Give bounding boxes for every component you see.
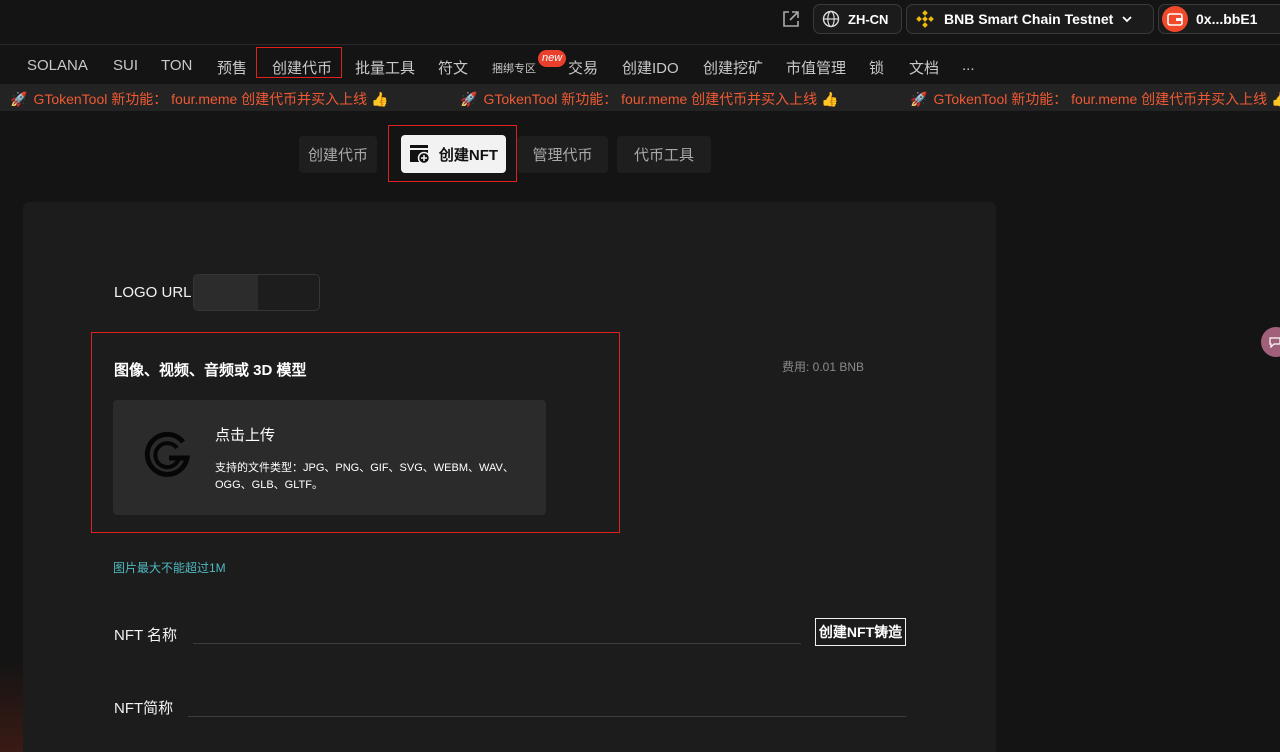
chevron-down-icon [1122, 16, 1132, 23]
language-label: ZH-CN [848, 11, 889, 27]
nav-item-runes[interactable]: 符文 [438, 57, 468, 78]
nft-name-label: NFT 名称 [114, 627, 178, 644]
nft-create-icon [409, 145, 431, 165]
nav-item-create-ido[interactable]: 创建IDO [622, 57, 679, 78]
nav-item-lock[interactable]: 锁 [869, 57, 884, 78]
bnb-icon [916, 10, 934, 28]
upload-formats: 支持的文件类型：JPG、PNG、GIF、SVG、WEBM、WAV、OGG、GLB… [215, 462, 514, 491]
tab-create-nft-label: 创建NFT [438, 146, 499, 164]
nav-item-sui[interactable]: SUI [113, 57, 138, 74]
new-badge: new [538, 50, 567, 67]
side-chat-bubble[interactable] [1261, 327, 1280, 357]
tab-create-token[interactable]: 创建代币 [299, 136, 377, 173]
nav-item-batch-tools[interactable]: 批量工具 [355, 57, 415, 78]
size-hint: 图片最大不能超过1M [113, 561, 226, 575]
nav-item-more[interactable]: ... [962, 57, 975, 74]
nav-item-create-mining[interactable]: 创建挖矿 [703, 57, 763, 78]
chain-selector[interactable]: BNB Smart Chain Testnet [906, 4, 1154, 34]
nft-name-input[interactable] [193, 643, 801, 644]
chat-icon [1269, 337, 1280, 348]
nft-symbol-label: NFT简称 [114, 700, 174, 717]
rocket-icon: 🚀 [910, 91, 928, 107]
share-button[interactable] [778, 6, 804, 32]
chain-label: BNB Smart Chain Testnet [944, 11, 1114, 27]
nav-item-docs[interactable]: 文档 [909, 57, 939, 78]
ticker-item[interactable]: 🚀 GTokenTool 新功能： four.meme 创建代币并买入上线 👍 [460, 89, 839, 109]
nav-item-create-token[interactable]: 创建代币 [256, 47, 342, 78]
tab-manage-token[interactable]: 管理代币 [517, 136, 608, 173]
tab-token-tools[interactable]: 代币工具 [617, 136, 711, 173]
create-nft-mint-button[interactable]: 创建NFT铸造 [815, 618, 906, 646]
logo-url-input-segment [194, 275, 258, 310]
wallet-address: 0x...bbE1 [1196, 11, 1258, 27]
globe-icon [822, 10, 840, 28]
top-bar: ZH-CN BNB Smart Chain Testnet 0x...bbE1 [0, 0, 1280, 44]
main-nav: SOLANA SUI TON 预售 创建代币 批量工具 符文 捆绑专区 交易 创… [0, 44, 1280, 84]
upload-logo-icon [139, 430, 197, 483]
nav-item-trade[interactable]: 交易 [568, 57, 598, 78]
fee-label: 费用: 0.01 BNB [782, 360, 865, 374]
rocket-icon: 🚀 [10, 91, 28, 107]
logo-url-input[interactable] [193, 274, 320, 311]
nav-item-bundle-zone[interactable]: 捆绑专区 [492, 60, 536, 76]
nav-item-presale[interactable]: 预售 [217, 57, 247, 78]
language-selector[interactable]: ZH-CN [813, 4, 902, 34]
logo-url-label: LOGO URL [114, 284, 192, 301]
upload-cta[interactable]: 点击上传 [215, 424, 275, 445]
nav-item-market-cap[interactable]: 市值管理 [786, 57, 846, 78]
ticker-item[interactable]: 🚀 GTokenTool 新功能： four.meme 创建代币并买入上线 👍 [910, 89, 1280, 109]
nav-item-solana[interactable]: SOLANA [27, 57, 88, 74]
nav-item-ton[interactable]: TON [161, 57, 192, 74]
wallet-button[interactable]: 0x...bbE1 [1158, 4, 1280, 34]
ticker-item[interactable]: 🚀 GTokenTool 新功能： four.meme 创建代币并买入上线 👍 [10, 89, 389, 109]
background-decoration [0, 660, 23, 752]
rocket-icon: 🚀 [460, 91, 478, 107]
tab-create-nft[interactable]: 创建NFT [401, 135, 506, 173]
upload-section-title: 图像、视频、音频或 3D 模型 [114, 362, 307, 379]
wallet-icon [1162, 6, 1188, 32]
nft-symbol-input[interactable] [188, 716, 906, 717]
announcement-ticker: 🚀 GTokenTool 新功能： four.meme 创建代币并买入上线 👍 🚀… [0, 84, 1280, 111]
share-icon [783, 11, 799, 27]
